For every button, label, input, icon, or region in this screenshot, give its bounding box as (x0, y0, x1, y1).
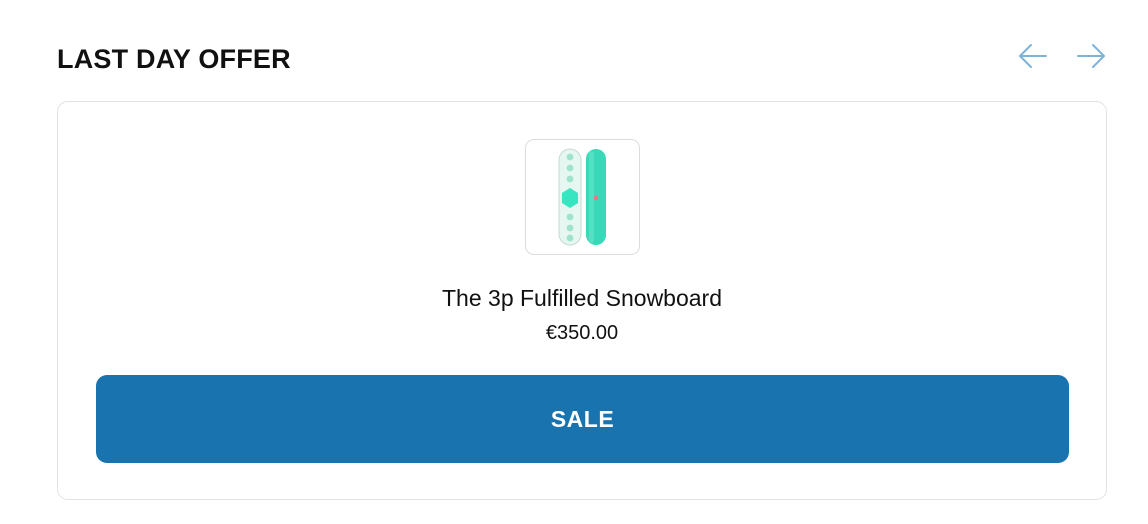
arrow-left-icon (1019, 44, 1047, 68)
prev-button[interactable] (1017, 40, 1049, 72)
next-button[interactable] (1075, 40, 1107, 72)
product-card: The 3p Fulfilled Snowboard €350.00 SALE (57, 101, 1107, 500)
product-title[interactable]: The 3p Fulfilled Snowboard (58, 283, 1106, 313)
section-header: LAST DAY OFFER (57, 40, 1107, 80)
product-price: €350.00 (545, 322, 619, 344)
section-title: LAST DAY OFFER (57, 44, 291, 74)
carousel-nav (1017, 40, 1107, 72)
sale-button[interactable]: SALE (96, 375, 1069, 463)
arrow-right-icon (1077, 44, 1105, 68)
snowboard-image (558, 148, 606, 246)
product-image[interactable] (525, 139, 640, 255)
